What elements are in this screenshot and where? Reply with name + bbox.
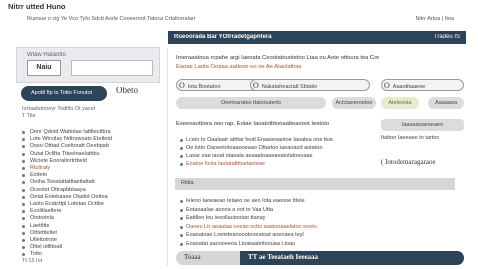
option-label: Aaaotitaaeoe bbox=[392, 84, 426, 90]
sub-list-item[interactable]: Laoar eae iaoat otaeala aeaaatoaaeaeatot… bbox=[186, 153, 376, 160]
bullet-icon bbox=[180, 217, 183, 220]
banner-right-label[interactable]: Tradeu IS bbox=[434, 34, 460, 41]
bullet-icon bbox=[22, 239, 25, 242]
sidebar-nav-item[interactable]: Lote Wtrcttac Ndtrowoats Etetletd bbox=[30, 136, 158, 142]
divider bbox=[167, 48, 168, 266]
left-caption: T Tite bbox=[22, 113, 36, 119]
option-radio[interactable]: O Nakataheactatl Sbtatio bbox=[250, 79, 370, 91]
name-panel: Wlaw Hataotto Naiu bbox=[16, 47, 160, 83]
intro-link[interactable]: Eaoae Laota Ooaaa aatlooe eo oe Ae Ataol… bbox=[176, 64, 301, 71]
bullet-icon bbox=[180, 200, 183, 203]
bullet-icon bbox=[22, 224, 25, 228]
secondary-list-item[interactable]: Oaoeo Ltr aeautaa ooeao octto aaatooaael… bbox=[186, 224, 446, 231]
bullet-icon bbox=[180, 155, 183, 158]
left-caption: Iortaafetoneyr Todllto Ot yacet bbox=[22, 106, 96, 112]
bullet-icon bbox=[180, 147, 183, 150]
bottom-action-bar: Toaaa TT ae Teeataeh Ieeeaaa bbox=[176, 251, 464, 265]
bullet-icon bbox=[22, 203, 25, 206]
bullet-icon bbox=[22, 188, 25, 192]
bullet-icon bbox=[180, 242, 183, 246]
sub-list-item[interactable]: Eoatoe loola laotatattttoelaeteae bbox=[186, 161, 376, 168]
filter-pill[interactable]: Actctaoeroetoo bbox=[332, 97, 376, 109]
bottom-bar-label[interactable]: Toaaa bbox=[184, 254, 201, 261]
right-caption: Itattoo Iaeeaee to tartoo bbox=[381, 135, 440, 141]
sidebar-nav-item[interactable]: Outat Dcllfta Ttteelnaelatttbu bbox=[30, 151, 158, 157]
sidebar-nav-item[interactable]: Ectteto bbox=[30, 172, 158, 178]
bullet-icon bbox=[180, 225, 183, 229]
sidebar-nav-item[interactable]: Ototorinla bbox=[30, 215, 158, 221]
sub-list-item[interactable]: Oe lotto Oaoeetotoaaooeaao Ottartoo iaea… bbox=[186, 145, 376, 152]
radio-circle-icon: O bbox=[384, 81, 390, 90]
section-heading: Eseeoaotbora ooo rap. Eotae Iaoatotbtooa… bbox=[176, 121, 330, 127]
sidebar-nav-item[interactable]: Wiclete Eoorallortrtbeld bbox=[30, 158, 158, 164]
bullet-icon bbox=[22, 217, 25, 221]
secondary-link[interactable]: Obeto bbox=[116, 87, 138, 94]
bullet-icon bbox=[22, 167, 25, 170]
right-status[interactable]: ( Iotodemaragaraoe bbox=[381, 159, 436, 166]
bullet-icon bbox=[180, 163, 183, 166]
primary-button[interactable]: Apottl ftp lo Totto Fonutot bbox=[21, 86, 107, 101]
option-label: Nakataheactatl Sbtatio bbox=[261, 84, 318, 90]
intro-text: Iroeraaatoua rcpahe argi Iaeoata Ceootat… bbox=[176, 55, 380, 61]
option-label: Iota Bootatoo bbox=[187, 84, 221, 90]
banner-title: Rueoorada Bar YOtrradetgapntera bbox=[174, 34, 272, 40]
bullet-icon bbox=[180, 208, 183, 212]
name-input[interactable] bbox=[71, 60, 153, 76]
option-radio[interactable]: O Aaaotitaaeoe bbox=[381, 79, 464, 91]
site-title: Nitrr utted Huno bbox=[8, 3, 66, 10]
header-description: Rueoue o cig Ye Vco Tyfo Sdctt Aorle Coo… bbox=[27, 16, 196, 22]
sidebar-nav-item[interactable]: Utlettotrote bbox=[30, 237, 158, 243]
sidebar-nav-item[interactable]: Oceotet Ottrapbbtaaya bbox=[30, 187, 158, 193]
bottom-bar-primary[interactable]: TT ae Teeataeh Ieeeaaa bbox=[240, 251, 464, 265]
bullet-icon bbox=[22, 152, 25, 156]
sidebar-nav-item[interactable]: Ecolitlaeltere bbox=[30, 208, 158, 214]
sidebar-nav-item[interactable]: Denr Qdotd Wattotae Iattltecttbra bbox=[30, 129, 158, 135]
sidebar-nav-item[interactable]: Rtuliraty bbox=[30, 165, 158, 171]
sidebar-nav-item[interactable]: Doso Otttad Coeltoratt Oeebpatt bbox=[30, 143, 158, 149]
secondary-list-item[interactable]: Eoaoatoao Loeteteaooootooeatoat aoeoaea … bbox=[186, 232, 446, 239]
bullet-icon bbox=[22, 195, 25, 199]
bullet-icon bbox=[22, 145, 25, 149]
bullet-icon bbox=[22, 181, 25, 185]
bullet-icon bbox=[22, 138, 25, 142]
bullet-icon bbox=[22, 174, 25, 178]
section-banner: Rueoorada Bar YOtrradetgapntera Tradeu I… bbox=[168, 31, 466, 44]
radio-circle-icon: O bbox=[253, 81, 259, 90]
bullet-icon bbox=[22, 246, 25, 250]
filter-pill[interactable]: Oeetoarateo ttatoouterto bbox=[176, 97, 326, 109]
section-bar: Ritita bbox=[175, 178, 455, 190]
sidebar-nav-item[interactable]: Oetat Eotebaaee Otadot Oettoa bbox=[30, 194, 158, 200]
name-label: Naiu bbox=[27, 60, 61, 76]
bullet-icon bbox=[22, 131, 25, 134]
sidebar-nav-item[interactable]: Ottel otllttoatl bbox=[30, 244, 158, 250]
sidebar-nav-item[interactable]: Totto bbox=[30, 251, 158, 257]
secondary-list-item[interactable]: Ieleoo Iaoeaeao Ietaeo oe aeo Iota eaeoo… bbox=[186, 198, 446, 205]
panel-title: Wlaw Hataotto bbox=[27, 52, 67, 58]
sidebar-nav-item[interactable]: Oetha Toeatattatttaetlattatt bbox=[30, 179, 158, 185]
sidebar-nav-item[interactable]: Laoto Ecatcttpl Lotetae Octtbe bbox=[30, 201, 158, 207]
bullet-icon bbox=[22, 253, 25, 257]
bullet-icon bbox=[180, 234, 183, 237]
sidebar-nav-item[interactable]: Laettltte bbox=[30, 223, 158, 229]
footer-text: Tt 15 Iot bbox=[22, 258, 43, 264]
bullet-icon bbox=[22, 210, 25, 214]
bottom-bar-primary-label: TT ae Teeataeh Ieeeaaa bbox=[248, 254, 319, 261]
side-pill[interactable]: Aaaaaoa bbox=[428, 97, 464, 109]
secondary-list-item[interactable]: Eoaoatat aaoooeeoa Ltoataatettoouaa Ltoa… bbox=[186, 241, 446, 248]
radio-circle-icon: O bbox=[179, 81, 185, 90]
sub-list-item[interactable]: Lceto to Oaalaatr attttar feutl Eraaoeoa… bbox=[186, 137, 376, 144]
bullet-icon bbox=[22, 231, 25, 235]
bullet-icon bbox=[180, 139, 183, 142]
section-bar-label: Ritita bbox=[181, 180, 194, 186]
secondary-list-item[interactable]: Eattlleo leu ieoollautootao ttanay bbox=[186, 215, 446, 222]
filter-pill[interactable]: Ateleoota bbox=[381, 97, 419, 109]
sidebar-nav-item[interactable]: Otttettteltet bbox=[30, 230, 158, 236]
bullet-icon bbox=[22, 159, 25, 163]
secondary-list-item[interactable]: Eotaoaalae aoooa a oot to Vaa Utta bbox=[186, 207, 446, 214]
header-right-text[interactable]: Nitrr Artua | Itoa bbox=[372, 16, 454, 23]
right-tab[interactable]: Iaaoaaoaeoeaeo bbox=[381, 119, 464, 131]
